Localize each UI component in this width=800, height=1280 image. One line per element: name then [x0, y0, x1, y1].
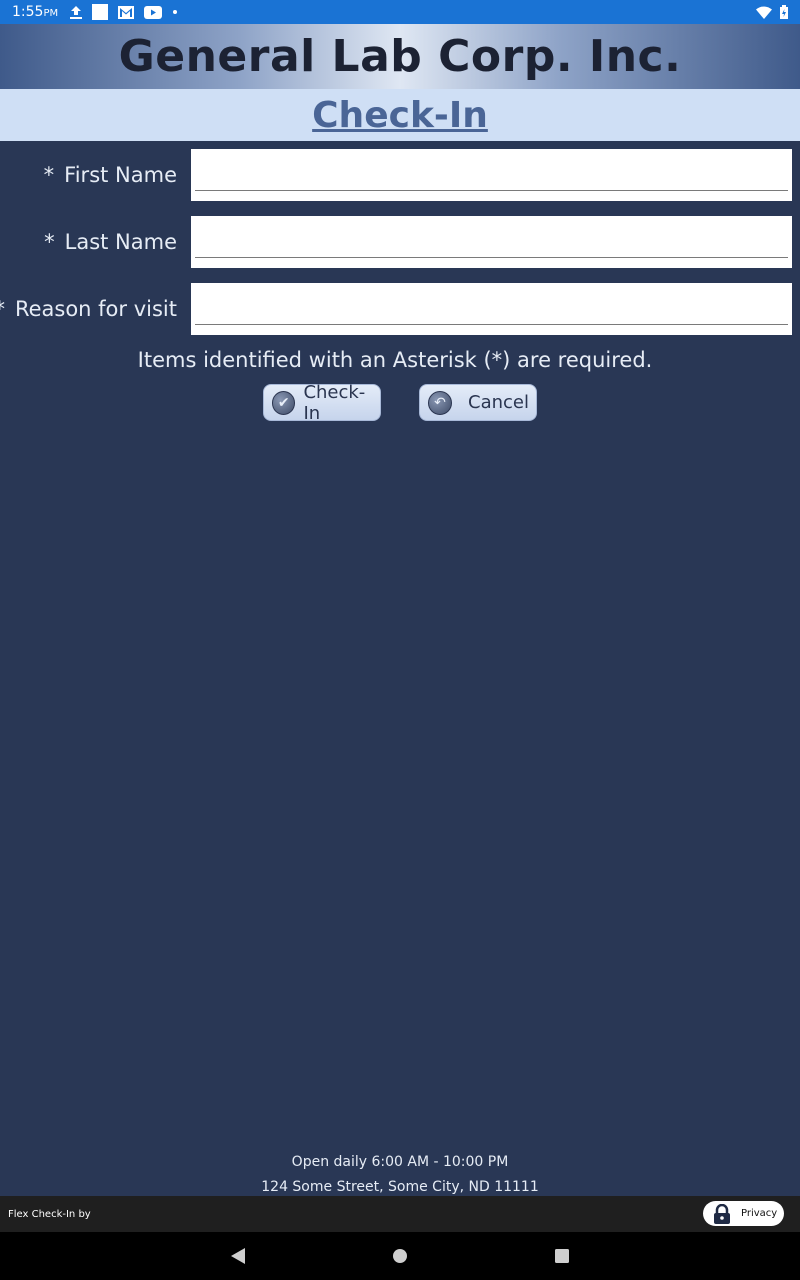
status-icons-left	[70, 4, 178, 20]
status-time-value: 1:55	[12, 4, 44, 20]
bottom-strip: Flex Check-In by Privacy	[0, 1196, 800, 1232]
gmail-icon	[118, 5, 135, 19]
reason-label-text: Reason for visit	[14, 297, 177, 321]
status-time: 1:55PM	[12, 4, 58, 20]
reason-row: * Reason for visit	[0, 283, 800, 335]
home-icon[interactable]	[388, 1244, 412, 1268]
status-icons-right	[756, 5, 788, 19]
last-name-label: * Last Name	[44, 216, 177, 268]
reason-input[interactable]	[195, 289, 788, 325]
required-asterisk: *	[43, 163, 55, 187]
last-name-box	[191, 216, 792, 268]
lock-icon	[713, 1203, 731, 1224]
check-in-button-label: Check-In	[303, 381, 366, 424]
first-name-row: * First Name	[0, 149, 800, 201]
required-asterisk: *	[0, 297, 5, 321]
blank-notification-icon	[92, 4, 109, 20]
company-title: General Lab Corp. Inc.	[118, 31, 682, 82]
reason-label: * Reason for visit	[0, 283, 177, 335]
app-header: General Lab Corp. Inc.	[0, 24, 800, 89]
first-name-box	[191, 149, 792, 201]
check-in-button[interactable]: ✔ Check-In	[263, 381, 381, 424]
first-name-input[interactable]	[195, 155, 788, 191]
cancel-button-label: Cancel	[468, 392, 529, 413]
status-bar: 1:55PM	[0, 0, 800, 24]
powered-by-text: Flex Check-In by	[8, 1208, 91, 1220]
back-icon[interactable]	[226, 1244, 250, 1268]
required-asterisk: *	[44, 230, 55, 254]
page-subheader: Check-In	[0, 89, 800, 141]
battery-icon	[780, 5, 788, 19]
youtube-icon	[144, 5, 163, 19]
privacy-button[interactable]: Privacy	[703, 1201, 784, 1226]
undo-arrow-icon: ↶	[428, 390, 452, 415]
first-name-label-text: First Name	[64, 163, 177, 187]
system-nav-bar	[0, 1232, 800, 1280]
address: 124 Some Street, Some City, ND 11111	[261, 1179, 539, 1195]
last-name-input[interactable]	[195, 222, 788, 258]
dot-icon	[172, 9, 178, 15]
recents-icon[interactable]	[550, 1244, 574, 1268]
opening-hours: Open daily 6:00 AM - 10:00 PM	[291, 1154, 509, 1170]
upload-icon	[70, 5, 83, 19]
status-time-suffix: PM	[43, 8, 59, 19]
last-name-row: * Last Name	[0, 216, 800, 268]
cancel-button[interactable]: ↶ Cancel	[419, 384, 537, 421]
required-note: Items identified with an Asterisk (*) ar…	[137, 348, 653, 372]
last-name-label-text: Last Name	[64, 230, 177, 254]
privacy-label: Privacy	[741, 1208, 778, 1219]
first-name-label: * First Name	[44, 149, 177, 201]
reason-box	[191, 283, 792, 335]
wifi-icon	[756, 6, 772, 19]
checkmark-icon: ✔	[272, 390, 296, 415]
page-title: Check-In	[312, 94, 488, 136]
